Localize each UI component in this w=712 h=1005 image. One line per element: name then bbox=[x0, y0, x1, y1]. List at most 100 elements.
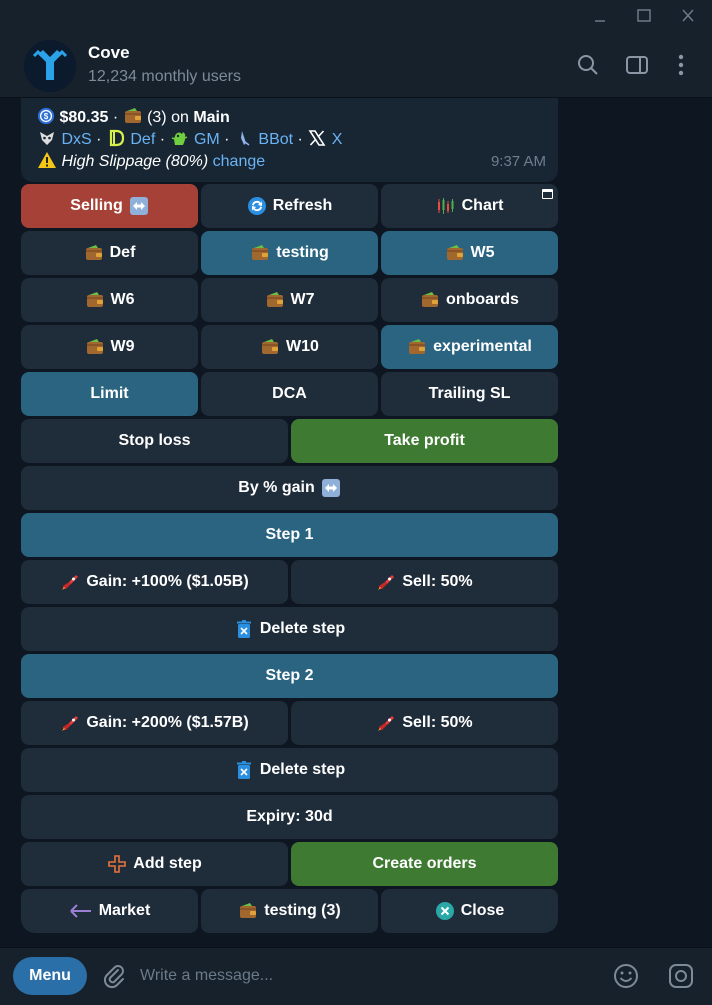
wallet-icon bbox=[445, 243, 465, 263]
delete-step-label: Delete step bbox=[259, 761, 346, 778]
trailing-sl-button[interactable]: Trailing SL bbox=[381, 372, 558, 416]
gain-label: Gain: +100% ($1.05B) bbox=[86, 573, 249, 590]
wallet-label: W10 bbox=[286, 338, 319, 355]
minimize-icon[interactable] bbox=[588, 6, 612, 26]
balance-value: $80.35 bbox=[59, 109, 109, 126]
wallet-icon bbox=[85, 337, 105, 357]
wallet-w10-button[interactable]: W10 bbox=[201, 325, 378, 369]
window-close-icon[interactable] bbox=[676, 6, 700, 26]
wallet-count: (3) on bbox=[147, 109, 189, 126]
gmgn-icon bbox=[172, 132, 188, 145]
balance-line: $ $80.35 · (3) on Main bbox=[37, 106, 230, 127]
defined-icon bbox=[109, 129, 125, 147]
candlestick-chart-icon bbox=[437, 198, 454, 214]
more-options-icon[interactable] bbox=[668, 52, 694, 78]
wallet-label: W9 bbox=[110, 338, 135, 355]
attach-icon[interactable] bbox=[100, 962, 128, 990]
wallet-icon bbox=[260, 337, 280, 357]
rocket-icon bbox=[60, 572, 80, 592]
inline-keyboard: Selling Refresh Chart Def testing W5 W6 … bbox=[21, 184, 558, 936]
selling-toggle-button[interactable]: Selling bbox=[21, 184, 198, 228]
stop-loss-button[interactable]: Stop loss bbox=[21, 419, 288, 463]
step-2-gain-button[interactable]: Gain: +200% ($1.57B) bbox=[21, 701, 288, 745]
expiry-button[interactable]: Expiry: 30d bbox=[21, 795, 558, 839]
step-2-sell-button[interactable]: Sell: 50% bbox=[291, 701, 558, 745]
add-step-label: Add step bbox=[133, 855, 202, 872]
bbot-icon bbox=[240, 131, 250, 146]
create-orders-button[interactable]: Create orders bbox=[291, 842, 558, 886]
wallet-w7-button[interactable]: W7 bbox=[201, 278, 378, 322]
rocket-icon bbox=[376, 572, 396, 592]
sell-label: Sell: 50% bbox=[402, 714, 473, 731]
delete-step-label: Delete step bbox=[259, 620, 346, 637]
link-dxs[interactable]: DxS bbox=[61, 131, 91, 148]
chat-subtitle: 12,234 monthly users bbox=[88, 68, 241, 85]
wallet-def-button[interactable]: Def bbox=[21, 231, 198, 275]
testing-wallet-button[interactable]: testing (3) bbox=[201, 889, 378, 933]
rocket-icon bbox=[376, 713, 396, 733]
maximize-icon[interactable] bbox=[632, 6, 656, 26]
link-gm[interactable]: GM bbox=[194, 131, 220, 148]
refresh-icon bbox=[247, 197, 266, 215]
market-label: Market bbox=[98, 902, 151, 919]
sidebar-toggle-icon[interactable] bbox=[624, 52, 650, 78]
wallet-icon bbox=[123, 106, 143, 126]
search-icon[interactable] bbox=[575, 52, 601, 78]
testing-wallet-label: testing (3) bbox=[264, 902, 341, 919]
svg-text:$: $ bbox=[44, 112, 49, 121]
step-1-header[interactable]: Step 1 bbox=[21, 513, 558, 557]
message-input[interactable] bbox=[140, 962, 580, 990]
wallet-testing-button[interactable]: testing bbox=[201, 231, 378, 275]
left-right-arrow-icon bbox=[321, 479, 340, 497]
chat-title[interactable]: Cove bbox=[88, 43, 130, 63]
gain-label: Gain: +200% ($1.57B) bbox=[86, 714, 249, 731]
warning-icon bbox=[38, 152, 56, 168]
market-back-button[interactable]: Market bbox=[21, 889, 198, 933]
dexscreener-icon bbox=[40, 132, 54, 145]
bot-menu-button[interactable]: Menu bbox=[13, 957, 87, 995]
step-2-header[interactable]: Step 2 bbox=[21, 654, 558, 698]
by-gain-toggle-button[interactable]: By % gain bbox=[21, 466, 558, 510]
emoji-icon[interactable] bbox=[612, 962, 640, 990]
link-bbot[interactable]: BBot bbox=[258, 131, 293, 148]
plus-icon bbox=[108, 855, 127, 873]
trash-icon bbox=[236, 620, 251, 638]
link-def[interactable]: Def bbox=[130, 131, 155, 148]
chart-button[interactable]: Chart bbox=[381, 184, 558, 228]
web-app-icon bbox=[542, 189, 553, 199]
step-1-gain-button[interactable]: Gain: +100% ($1.05B) bbox=[21, 560, 288, 604]
dca-order-button[interactable]: DCA bbox=[201, 372, 378, 416]
change-slippage-link[interactable]: change bbox=[213, 153, 266, 170]
wallet-experimental-button[interactable]: experimental bbox=[381, 325, 558, 369]
wallet-w5-button[interactable]: W5 bbox=[381, 231, 558, 275]
chart-label: Chart bbox=[461, 197, 504, 214]
link-x[interactable]: X bbox=[332, 131, 343, 148]
wallet-icon bbox=[84, 243, 104, 263]
x-logo-icon bbox=[308, 130, 326, 146]
links-line: DxS · Def · GM · BBot · X bbox=[37, 128, 342, 149]
coin-icon: $ bbox=[37, 107, 55, 125]
sell-label: Sell: 50% bbox=[402, 573, 473, 590]
wallet-w9-button[interactable]: W9 bbox=[21, 325, 198, 369]
slippage-text: High Slippage (80%) bbox=[61, 153, 209, 170]
add-step-button[interactable]: Add step bbox=[21, 842, 288, 886]
take-profit-button[interactable]: Take profit bbox=[291, 419, 558, 463]
close-button[interactable]: Close bbox=[381, 889, 558, 933]
message-bubble: $ $80.35 · (3) on Main DxS · Def · GM · … bbox=[21, 98, 558, 182]
step-2-delete-button[interactable]: Delete step bbox=[21, 748, 558, 792]
step-1-delete-button[interactable]: Delete step bbox=[21, 607, 558, 651]
step-1-sell-button[interactable]: Sell: 50% bbox=[291, 560, 558, 604]
message-time: 9:37 AM bbox=[490, 153, 546, 170]
camera-icon[interactable] bbox=[667, 962, 695, 990]
wallet-name: Main bbox=[193, 109, 230, 126]
wallet-onboards-button[interactable]: onboards bbox=[381, 278, 558, 322]
wallet-w6-button[interactable]: W6 bbox=[21, 278, 198, 322]
bot-avatar[interactable] bbox=[24, 40, 76, 92]
limit-order-button[interactable]: Limit bbox=[21, 372, 198, 416]
wallet-icon bbox=[265, 290, 285, 310]
refresh-button[interactable]: Refresh bbox=[201, 184, 378, 228]
message-composer: Menu bbox=[0, 947, 712, 1005]
wallet-label: onboards bbox=[446, 291, 519, 308]
slippage-line: High Slippage (80%) change bbox=[37, 150, 265, 171]
rocket-icon bbox=[60, 713, 80, 733]
